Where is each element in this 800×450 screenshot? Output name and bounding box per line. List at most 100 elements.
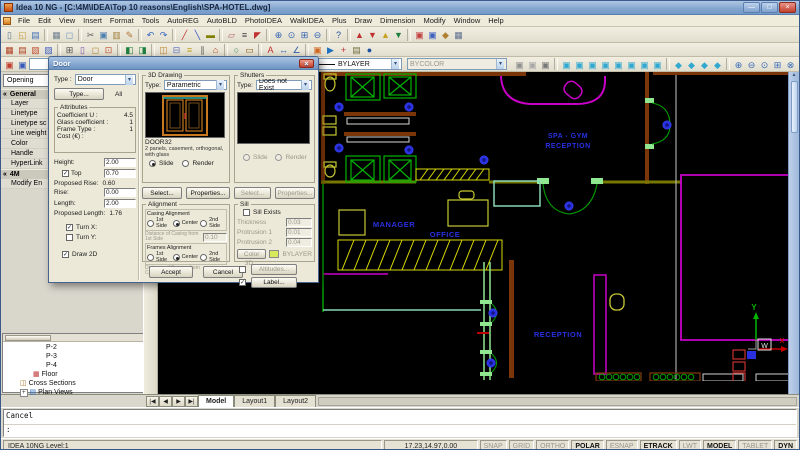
tab-layout2[interactable]: Layout2 [275,395,316,407]
tree-item-p3[interactable]: P-3 [3,352,155,361]
add-icon[interactable]: + [337,43,350,56]
tree-item-p2[interactable]: P-2 [3,343,155,352]
maximize-button[interactable]: □ [761,2,778,13]
menu-item[interactable]: Modify [419,16,449,25]
zoom-selected-icon[interactable]: ⊗ [784,58,797,71]
tree-horizontal-scrollbar[interactable] [3,334,155,342]
slab-icon[interactable]: ◻ [89,43,102,56]
type-button[interactable]: Type... [54,88,104,100]
zoom-window-icon[interactable]: ⊞ [298,28,311,41]
prev-tab-button[interactable]: ◀ [159,396,172,407]
accept-button[interactable]: Accept [149,266,193,278]
erase-icon[interactable]: ▱ [225,28,238,41]
close-button[interactable]: × [779,2,796,13]
tree-item-cross-sections[interactable]: ◫ Cross Sections [3,379,155,388]
tab-layout1[interactable]: Layout1 [234,395,275,407]
all-label[interactable]: All [115,91,122,98]
dialog-close-icon[interactable]: × [299,59,314,68]
model-view-icon[interactable]: ▣ [16,58,29,71]
minimize-button[interactable]: — [743,2,760,13]
top-input[interactable]: 0.70 [104,169,136,178]
furniture-icon[interactable]: ▭ [243,43,256,56]
draw-blue-icon[interactable]: ╲ [191,28,204,41]
toolbar-icon[interactable] [117,44,121,56]
draw-red-icon[interactable]: ╱ [178,28,191,41]
3d-properties-button[interactable]: Properties... [186,187,230,199]
slide-radio[interactable] [149,160,156,167]
dimension-icon[interactable]: ↔ [277,43,290,56]
layers-icon[interactable]: ▤ [350,43,363,56]
toolbar-icon[interactable] [78,29,82,41]
casing-1st-side-radio[interactable] [147,220,154,227]
cut-icon[interactable]: ✂ [84,28,97,41]
view-left-icon[interactable]: ▣ [586,58,599,71]
toolbar-icon[interactable] [258,44,262,56]
format-painter-icon[interactable]: ✎ [123,28,136,41]
casing-center-radio[interactable] [173,220,180,227]
zoom-window2-icon[interactable]: ⊞ [771,58,784,71]
menu-item[interactable]: File [14,16,34,25]
tree-item-p4[interactable]: P-4 [3,361,155,370]
toggle-dyn[interactable]: DYN [774,440,797,450]
angle-icon[interactable]: ∠ [290,43,303,56]
view-front-icon[interactable]: ▣ [612,58,625,71]
door-left-icon[interactable]: ◧ [123,43,136,56]
view-back-icon[interactable]: ▣ [625,58,638,71]
undo-icon[interactable]: ↶ [144,28,157,41]
info-icon[interactable]: ● [363,43,376,56]
casing-2nd-side-radio[interactable] [200,220,207,227]
toggle-tablet[interactable]: TABLET [738,440,772,450]
marker-down-icon[interactable]: ▼ [392,28,405,41]
text-icon[interactable]: A [264,43,277,56]
save-icon[interactable]: ▤ [29,28,42,41]
draw-2d-checkbox[interactable] [62,251,69,258]
shade-gouraud-icon[interactable]: ▣ [526,58,539,71]
toggle-polar[interactable]: POLAR [571,440,604,450]
menu-item[interactable]: Edit [34,16,55,25]
menu-item[interactable]: AutoREG [163,16,203,25]
menu-item[interactable]: Plus [328,16,351,25]
expand-icon[interactable]: + [20,389,28,397]
toggle-snap[interactable]: SNAP [480,440,507,450]
shutters-type-combo[interactable]: Does not Exist [256,80,312,90]
new-file-icon[interactable]: ▯ [3,28,16,41]
view-se-iso-icon[interactable]: ▣ [651,58,664,71]
linetype-combo[interactable]: BYLAYER [306,58,402,70]
label-checkbox[interactable] [239,279,246,286]
menu-item[interactable]: Window [450,16,485,25]
iso-ne-icon[interactable]: ◆ [672,58,685,71]
menu-item[interactable]: WalkIDEA [286,16,328,25]
tree-item-floor[interactable]: ▦ Floor [3,370,155,379]
toolbar-icon[interactable] [407,29,411,41]
rise-input[interactable]: 0.00 [104,188,136,197]
zoom-out-icon[interactable]: ⊖ [745,58,758,71]
roof-icon[interactable]: ⌂ [209,43,222,56]
print-preview-icon[interactable]: ◻ [63,28,76,41]
toolbar-icon[interactable] [554,58,558,70]
module-gray-icon[interactable]: ▦ [452,28,465,41]
height-input[interactable]: 2.00 [104,158,136,167]
wall-demolish-icon[interactable]: ▨ [42,43,55,56]
view-top-icon[interactable]: ▣ [560,58,573,71]
level-up-icon[interactable]: ▲ [353,28,366,41]
turn-x-checkbox[interactable] [66,224,73,231]
shade-flat-icon[interactable]: ▣ [513,58,526,71]
plant-icon[interactable]: ○ [230,43,243,56]
iso-sw-icon[interactable]: ◆ [698,58,711,71]
menu-item[interactable]: Insert [79,16,106,25]
level-down-icon[interactable]: ▼ [366,28,379,41]
toggle-esnap[interactable]: ESNAP [606,440,638,450]
open-folder-icon[interactable]: ◱ [16,28,29,41]
menu-item[interactable]: Tools [138,16,164,25]
wall-edit-icon[interactable]: ▧ [29,43,42,56]
toggle-grid[interactable]: GRID [509,440,535,450]
command-input[interactable]: : [4,425,796,436]
wall-double-icon[interactable]: ▤ [16,43,29,56]
photoidea-icon[interactable]: ▣ [311,43,324,56]
shade-wire-icon[interactable]: ▣ [539,58,552,71]
menu-item[interactable]: Format [106,16,138,25]
menu-item[interactable]: AutoBLD [203,16,241,25]
module-red-icon[interactable]: ▣ [413,28,426,41]
color-combo[interactable]: BYCOLOR [407,58,507,70]
wall-icon[interactable]: ▦ [3,43,16,56]
